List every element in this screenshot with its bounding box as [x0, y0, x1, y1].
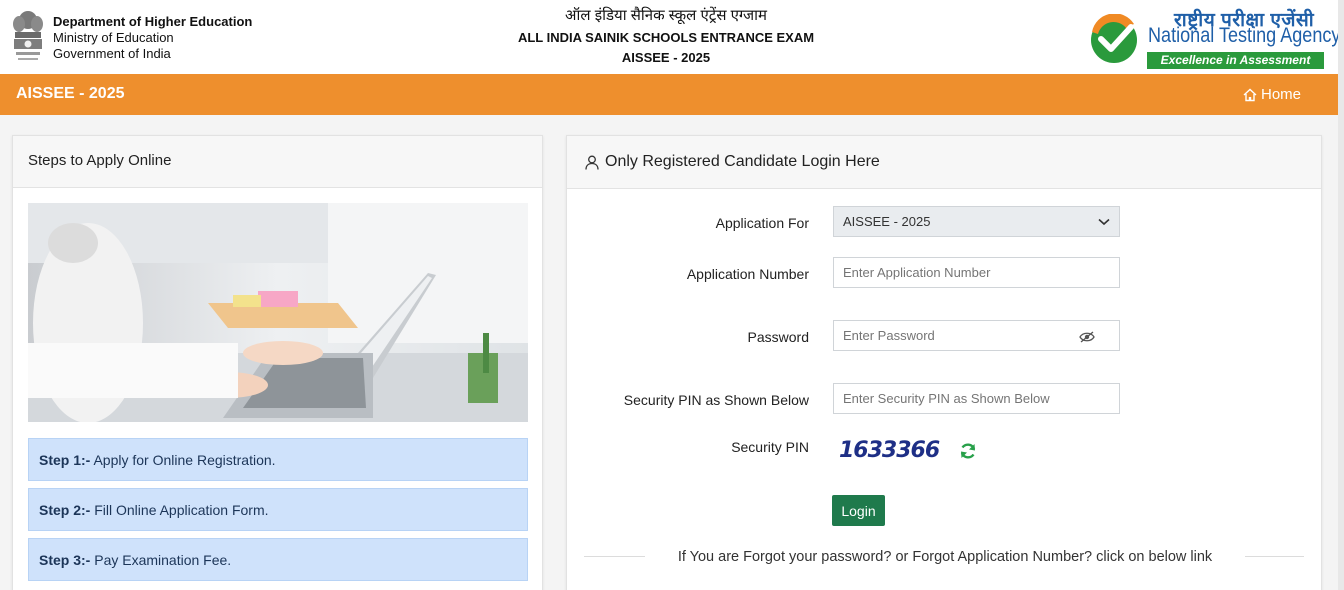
user-icon — [585, 155, 599, 170]
login-panel-title: Only Registered Candidate Login Here — [605, 153, 880, 170]
password-label: Password — [747, 329, 809, 345]
step-2-label: Step 2:- — [39, 502, 91, 518]
laptop-hero-image — [28, 203, 528, 422]
chevron-down-icon — [1098, 218, 1110, 225]
step-3-text: Pay Examination Fee. — [90, 552, 232, 568]
nta-logo[interactable]: राष्ट्रीय परीक्षा एजेंसी National Testin… — [1090, 6, 1340, 70]
nta-check-icon — [1091, 14, 1137, 63]
application-for-value: AISSEE - 2025 — [843, 214, 931, 229]
exam-year: AISSEE - 2025 — [621, 50, 711, 65]
exam-title-english: ALL INDIA SAINIK SCHOOLS ENTRANCE EXAM — [517, 30, 815, 45]
password-input[interactable] — [833, 320, 1120, 351]
eye-slash-icon[interactable] — [1079, 331, 1095, 343]
hero-illustration — [28, 203, 528, 422]
security-pin-label: Security PIN — [731, 439, 809, 455]
top-header: Department of Higher Education Ministry … — [0, 0, 1344, 74]
application-number-input[interactable] — [833, 257, 1120, 288]
login-button[interactable]: Login — [832, 495, 885, 526]
nta-tagline: Excellence in Assessment — [1147, 52, 1324, 69]
step-1-label: Step 1:- — [39, 452, 91, 468]
step-2[interactable]: Step 2:- Fill Online Application Form. — [28, 488, 528, 531]
national-emblem-icon — [13, 11, 43, 60]
government-name: Government of India — [53, 46, 171, 61]
login-panel: Only Registered Candidate Login Here App… — [566, 135, 1322, 590]
step-1[interactable]: Step 1:- Apply for Online Registration. — [28, 438, 528, 481]
navbar: AISSEE - 2025 Home — [0, 74, 1344, 115]
step-2-text: Fill Online Application Form. — [90, 502, 269, 518]
step-3[interactable]: Step 3:- Pay Examination Fee. — [28, 538, 528, 581]
nta-name-english: National Testing Agency — [1148, 24, 1341, 47]
security-pin-input[interactable] — [833, 383, 1120, 414]
step-1-text: Apply for Online Registration. — [90, 452, 276, 468]
login-panel-header: Only Registered Candidate Login Here — [567, 136, 1321, 189]
home-label: Home — [1261, 86, 1302, 103]
step-3-label: Step 3:- — [39, 552, 91, 568]
exam-title-block: ऑल इंडिया सैनिक स्कूल एंट्रेंस एग्जाम AL… — [466, 6, 866, 68]
application-number-label: Application Number — [686, 266, 809, 282]
forgot-credentials-text: If You are Forgot your password? or Forg… — [645, 547, 1245, 567]
exam-title-hindi: ऑल इंडिया सैनिक स्कूल एंट्रेंस एग्जाम — [565, 7, 767, 24]
dept-name: Department of Higher Education — [53, 14, 253, 29]
steps-panel: Steps to Apply Online Step 1:- Apply for… — [12, 135, 543, 590]
captcha-image: 1633366 — [839, 438, 940, 463]
refresh-icon[interactable] — [959, 442, 977, 460]
home-link[interactable]: Home — [1243, 86, 1301, 103]
page-scrollbar[interactable] — [1338, 0, 1344, 590]
ministry-name: Ministry of Education — [53, 30, 174, 45]
application-for-label: Application For — [715, 215, 809, 231]
home-icon — [1243, 88, 1257, 101]
navbar-brand[interactable]: AISSEE - 2025 — [16, 85, 125, 103]
security-pin-input-label: Security PIN as Shown Below — [623, 392, 809, 408]
government-info: Department of Higher Education Ministry … — [53, 14, 252, 62]
steps-panel-title: Steps to Apply Online — [13, 136, 542, 188]
application-for-select[interactable]: AISSEE - 2025 — [833, 206, 1120, 237]
